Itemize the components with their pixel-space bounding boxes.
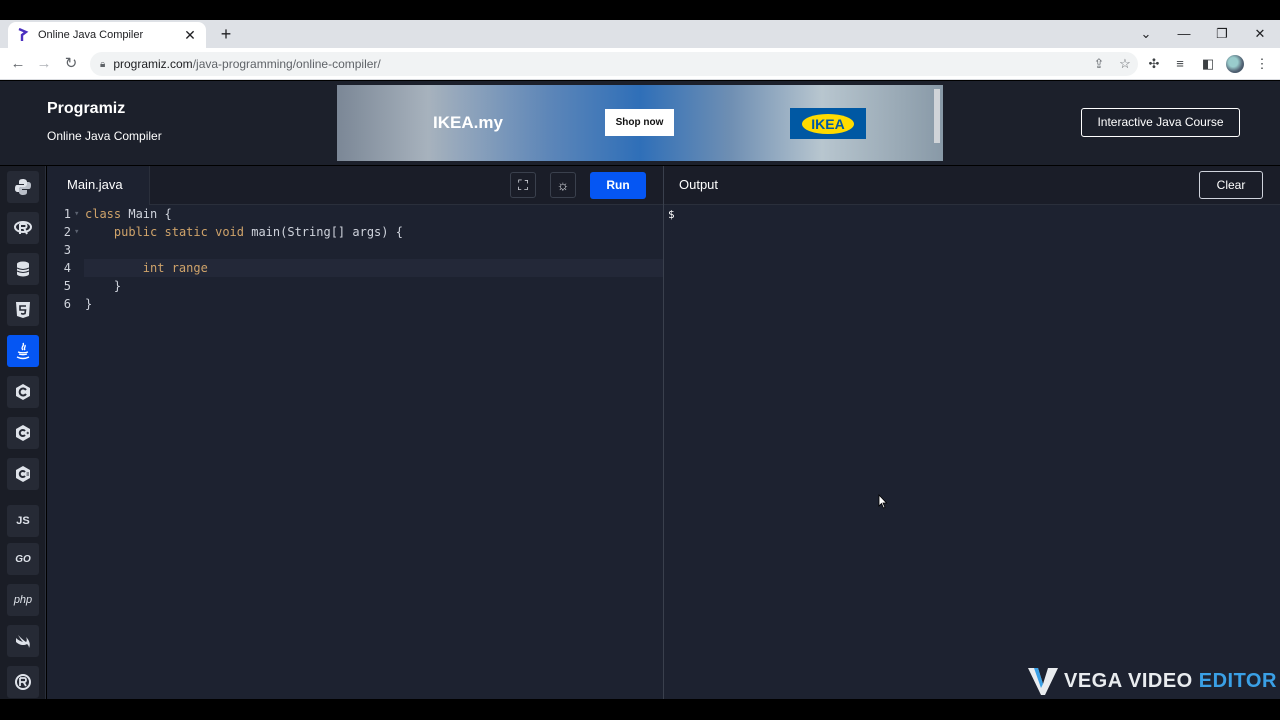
- letterbox-bottom: [0, 699, 1280, 720]
- java-icon[interactable]: [7, 335, 39, 367]
- ad-info-strip: [934, 89, 940, 143]
- forward-icon[interactable]: →: [34, 54, 54, 74]
- fullscreen-icon[interactable]: ⛶: [510, 172, 536, 198]
- swift-icon[interactable]: [7, 625, 39, 657]
- back-icon[interactable]: ←: [8, 54, 28, 74]
- code-line: 1 ▾ class Main {: [63, 205, 172, 223]
- address-bar[interactable]: 🔒︎ programiz.com/java-programming/online…: [90, 52, 1138, 76]
- python-icon[interactable]: [7, 171, 39, 203]
- restore-icon[interactable]: ❐: [1212, 24, 1232, 44]
- interactive-course-button[interactable]: Interactive Java Course: [1081, 108, 1240, 137]
- side-panel-icon[interactable]: ◧: [1198, 54, 1218, 74]
- code-line: 2 ▾ public static void main(String[] arg…: [63, 223, 403, 241]
- browser-tabstrip: Online Java Compiler ✕ + ⌄ — ❐ ✕: [0, 20, 1280, 48]
- csharp-icon[interactable]: [7, 458, 39, 490]
- watermark-text-accent: EDITOR: [1198, 669, 1277, 692]
- language-sidebar: JS GO php: [0, 166, 46, 699]
- mouse-pointer-icon: [878, 494, 888, 509]
- php-icon[interactable]: php: [7, 584, 39, 616]
- output-pane: Output Clear $: [663, 166, 1280, 699]
- browser-toolbar: ← → ↻ 🔒︎ programiz.com/java-programming/…: [0, 48, 1280, 80]
- sql-database-icon[interactable]: [7, 253, 39, 285]
- code-text: }: [85, 279, 122, 293]
- watermark-text: VEGA VIDEO: [1064, 669, 1193, 692]
- tab-search-icon[interactable]: ⌄: [1136, 24, 1156, 44]
- letterbox-top: [0, 0, 1280, 20]
- url-text[interactable]: programiz.com/java-programming/online-co…: [113, 57, 1086, 71]
- html5-icon[interactable]: [7, 294, 39, 326]
- new-tab-icon[interactable]: +: [216, 24, 236, 44]
- browser-menu-icon[interactable]: ⋮: [1252, 54, 1272, 74]
- cpp-icon[interactable]: [7, 417, 39, 449]
- ad-brand: IKEA.my: [433, 113, 503, 132]
- code-text: public static void main(String[] args) {: [113, 225, 403, 239]
- reload-icon[interactable]: ↻: [61, 54, 81, 74]
- go-icon[interactable]: GO: [7, 543, 39, 575]
- clear-button[interactable]: Clear: [1199, 171, 1263, 199]
- run-button[interactable]: Run: [590, 172, 646, 199]
- terminal-prompt[interactable]: $: [668, 208, 675, 221]
- tab-close-icon[interactable]: ✕: [182, 27, 198, 44]
- site-header: Programiz Online Java Compiler IKEA.my S…: [0, 81, 1280, 165]
- bookmark-star-icon[interactable]: ☆: [1112, 56, 1138, 72]
- vega-logo-icon: [1028, 668, 1058, 695]
- rust-icon[interactable]: [7, 666, 39, 698]
- file-tab-main-java[interactable]: Main.java: [47, 166, 150, 205]
- c-language-icon[interactable]: [7, 376, 39, 408]
- page-subtitle: Online Java Compiler: [47, 129, 162, 143]
- share-icon[interactable]: ⇪: [1086, 56, 1112, 72]
- code-line: 5 }: [63, 279, 122, 293]
- profile-avatar[interactable]: [1226, 55, 1244, 73]
- programiz-logo[interactable]: Programiz: [47, 100, 125, 118]
- r-language-icon[interactable]: [7, 212, 39, 244]
- code-line: 6 }: [63, 297, 93, 311]
- ikea-logo: IKEA: [790, 108, 866, 139]
- code-editor-pane: Main.java ⛶ ☼ Run 1 ▾ class Main { 2 ▾ p…: [47, 166, 663, 699]
- fold-arrow-icon[interactable]: ▾: [74, 205, 79, 223]
- minimize-icon[interactable]: —: [1174, 24, 1194, 44]
- video-editor-watermark: VEGA VIDEO EDITOR: [1027, 666, 1277, 696]
- media-control-icon[interactable]: ≡: [1170, 54, 1190, 74]
- output-title: Output: [679, 177, 719, 192]
- programiz-favicon-icon: [18, 28, 29, 41]
- browser-tab[interactable]: Online Java Compiler ✕: [8, 22, 206, 48]
- javascript-icon[interactable]: JS: [7, 505, 39, 537]
- window-close-icon[interactable]: ✕: [1250, 24, 1270, 44]
- code-text: int range: [85, 261, 208, 275]
- editor-toolbar: Main.java ⛶ ☼ Run: [47, 166, 663, 205]
- theme-toggle-sun-icon[interactable]: ☼: [550, 172, 576, 198]
- current-code-line: 4 int range: [64, 259, 663, 277]
- code-text: }: [85, 297, 93, 311]
- code-text: class Main {: [85, 207, 172, 221]
- code-line: 3: [63, 243, 71, 257]
- extensions-puzzle-icon[interactable]: ✣: [1144, 54, 1164, 74]
- tab-title: Online Java Compiler: [38, 29, 144, 41]
- code-editor[interactable]: 1 ▾ class Main { 2 ▾ public static void …: [47, 205, 663, 699]
- fold-arrow-icon[interactable]: ▾: [74, 223, 79, 241]
- lock-icon: 🔒︎: [100, 58, 106, 70]
- ad-banner[interactable]: IKEA.my Shop now IKEA: [337, 85, 943, 161]
- output-header: Output Clear: [664, 166, 1280, 205]
- ad-shop-now-button[interactable]: Shop now: [605, 109, 674, 136]
